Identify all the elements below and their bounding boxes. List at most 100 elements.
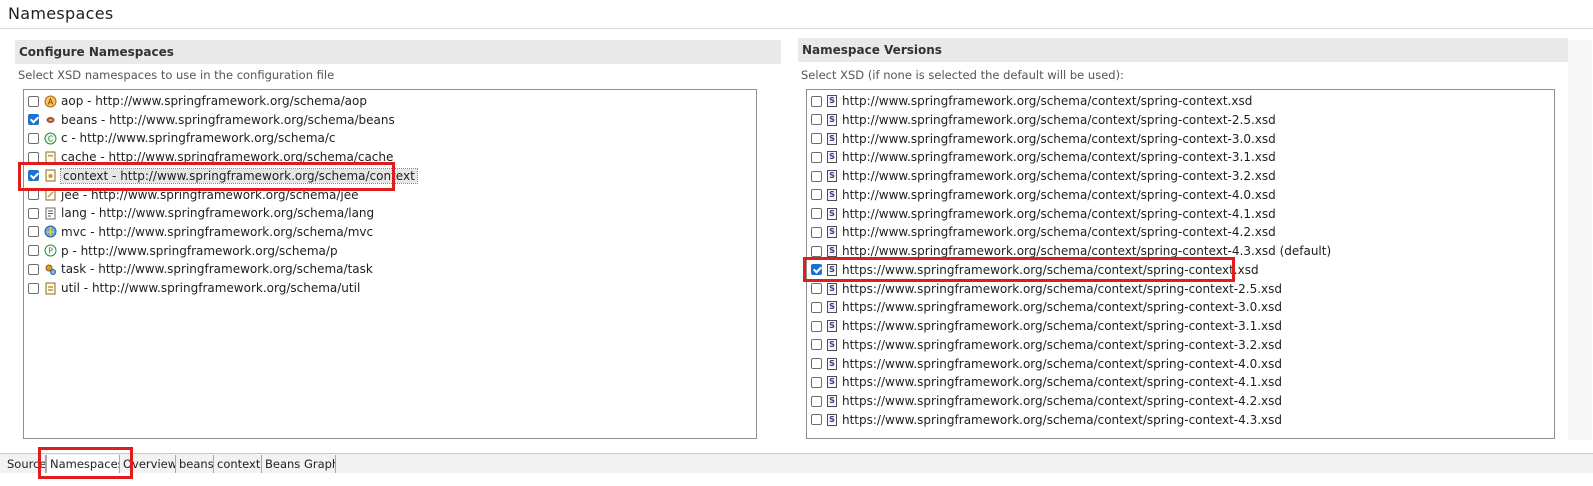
xsd-version-checkbox[interactable] (811, 189, 822, 201)
namespace-item[interactable]: Aaop - http://www.springframework.org/sc… (28, 92, 367, 110)
namespace-item[interactable]: Pp - http://www.springframework.org/sche… (28, 242, 338, 260)
xsd-version-checkbox[interactable] (811, 95, 822, 107)
namespace-checkbox[interactable] (28, 95, 39, 107)
tab-context[interactable]: context (214, 455, 262, 473)
namespace-item[interactable]: context - http://www.springframework.org… (28, 167, 418, 185)
namespace-version-list[interactable]: Shttp://www.springframework.org/schema/c… (806, 89, 1555, 439)
xsd-version-item[interactable]: Shttps://www.springframework.org/schema/… (811, 392, 1282, 410)
tab-beans-graph[interactable]: Beans Graph (262, 455, 336, 473)
xsd-version-label: http://www.springframework.org/schema/co… (842, 187, 1276, 202)
namespace-label: jee - http://www.springframework.org/sch… (61, 187, 359, 202)
namespace-item[interactable]: Cc - http://www.springframework.org/sche… (28, 129, 336, 147)
xsd-version-item[interactable]: Shttps://www.springframework.org/schema/… (811, 261, 1259, 279)
xsd-version-label: https://www.springframework.org/schema/c… (842, 356, 1283, 371)
aop-icon: A (44, 94, 57, 108)
namespace-checkbox[interactable] (28, 263, 39, 275)
xsd-version-item[interactable]: Shttps://www.springframework.org/schema/… (811, 373, 1282, 391)
xsd-version-checkbox[interactable] (811, 114, 822, 126)
namespace-list[interactable]: Aaop - http://www.springframework.org/sc… (23, 89, 757, 439)
namespace-item[interactable]: beans - http://www.springframework.org/s… (28, 111, 395, 129)
xsd-version-checkbox[interactable] (811, 245, 822, 257)
svg-text:A: A (48, 97, 54, 106)
namespace-item[interactable]: task - http://www.springframework.org/sc… (28, 260, 373, 278)
xsd-version-label: https://www.springframework.org/schema/c… (842, 412, 1283, 427)
xsd-version-checkbox[interactable] (811, 133, 822, 144)
namespace-checkbox[interactable] (28, 245, 39, 257)
namespace-checkbox[interactable] (28, 114, 39, 126)
xsd-version-item[interactable]: Shttp://www.springframework.org/schema/c… (811, 148, 1276, 166)
xsd-version-item[interactable]: Shttps://www.springframework.org/schema/… (811, 317, 1282, 335)
xsd-version-label: https://www.springframework.org/schema/c… (842, 262, 1259, 277)
xsd-version-item[interactable]: Shttps://www.springframework.org/schema/… (811, 336, 1282, 354)
mvc-icon (44, 225, 57, 239)
bottom-strip (0, 473, 1593, 486)
xsd-file-icon: S (827, 301, 837, 314)
xsd-version-checkbox[interactable] (811, 376, 822, 388)
xsd-version-checkbox[interactable] (811, 395, 822, 407)
cache-icon (44, 150, 57, 164)
side-panel-edge (1568, 40, 1592, 440)
xsd-version-checkbox[interactable] (811, 151, 822, 163)
xsd-version-item[interactable]: Shttps://www.springframework.org/schema/… (811, 355, 1282, 373)
xsd-version-item[interactable]: Shttp://www.springframework.org/schema/c… (811, 130, 1276, 148)
xsd-version-checkbox[interactable] (811, 170, 822, 182)
xsd-version-item[interactable]: Shttp://www.springframework.org/schema/c… (811, 223, 1276, 241)
namespace-label: util - http://www.springframework.org/sc… (61, 281, 361, 295)
namespace-checkbox[interactable] (28, 151, 39, 163)
jee-icon (44, 188, 57, 202)
namespace-label: beans - http://www.springframework.org/s… (61, 112, 395, 127)
xsd-version-item[interactable]: Shttps://www.springframework.org/schema/… (811, 280, 1282, 298)
xsd-version-label: http://www.springframework.org/schema/co… (842, 169, 1276, 183)
xsd-file-icon: S (827, 320, 837, 332)
namespace-checkbox[interactable] (28, 282, 39, 294)
xsd-version-checkbox[interactable] (811, 226, 822, 238)
namespace-checkbox[interactable] (28, 132, 39, 144)
namespace-versions-description: Select XSD (if none is selected the defa… (801, 68, 1124, 82)
xsd-file-icon: S (827, 170, 837, 182)
xsd-version-label: http://www.springframework.org/schema/co… (842, 150, 1276, 165)
tab-source[interactable]: Source (4, 455, 46, 473)
xsd-version-label: https://www.springframework.org/schema/c… (842, 319, 1283, 333)
tab-namespaces[interactable]: Namespaces (46, 455, 120, 473)
xsd-file-icon: S (827, 282, 837, 295)
xsd-file-icon: S (827, 188, 837, 201)
xsd-version-item[interactable]: Shttp://www.springframework.org/schema/c… (811, 92, 1252, 110)
svg-text:C: C (48, 134, 54, 143)
tab-overview[interactable]: Overview (120, 455, 176, 473)
page-header: Namespaces (0, 0, 1593, 29)
xsd-version-label: https://www.springframework.org/schema/c… (842, 300, 1283, 315)
xsd-version-checkbox[interactable] (811, 208, 822, 219)
namespace-item[interactable]: mvc - http://www.springframework.org/sch… (28, 223, 373, 241)
namespace-item[interactable]: lang - http://www.springframework.org/sc… (28, 204, 374, 222)
xsd-version-item[interactable]: Shttp://www.springframework.org/schema/c… (811, 205, 1276, 223)
xsd-version-checkbox[interactable] (811, 320, 822, 332)
xsd-version-item[interactable]: Shttp://www.springframework.org/schema/c… (811, 167, 1276, 185)
xsd-version-checkbox[interactable] (811, 414, 822, 426)
namespace-item[interactable]: cache - http://www.springframework.org/s… (28, 148, 393, 166)
xsd-version-checkbox[interactable] (811, 358, 822, 369)
tab-beans[interactable]: beans (176, 455, 214, 473)
xsd-version-label: https://www.springframework.org/schema/c… (842, 375, 1283, 390)
xsd-version-item[interactable]: Shttps://www.springframework.org/schema/… (811, 298, 1282, 316)
namespace-item[interactable]: jee - http://www.springframework.org/sch… (28, 186, 359, 204)
xsd-version-item[interactable]: Shttps://www.springframework.org/schema/… (811, 411, 1282, 429)
xsd-version-checkbox[interactable] (811, 339, 822, 351)
namespace-checkbox[interactable] (28, 226, 39, 238)
p-icon: P (44, 244, 57, 258)
xsd-version-checkbox[interactable] (811, 301, 822, 313)
xsd-file-icon: S (827, 395, 837, 407)
xsd-file-icon: S (827, 226, 837, 239)
util-icon (44, 281, 57, 295)
xsd-file-icon: S (827, 263, 837, 276)
xsd-version-label: http://www.springframework.org/schema/co… (842, 225, 1276, 240)
xsd-version-item[interactable]: Shttp://www.springframework.org/schema/c… (811, 111, 1276, 129)
namespace-checkbox[interactable] (28, 189, 39, 200)
namespace-item[interactable]: util - http://www.springframework.org/sc… (28, 279, 360, 297)
xsd-version-checkbox[interactable] (811, 283, 822, 294)
xsd-file-icon: S (827, 245, 837, 257)
namespace-checkbox[interactable] (28, 207, 39, 219)
xsd-version-item[interactable]: Shttp://www.springframework.org/schema/c… (811, 242, 1331, 260)
xsd-version-item[interactable]: Shttp://www.springframework.org/schema/c… (811, 186, 1276, 204)
xsd-version-checkbox[interactable] (811, 264, 822, 276)
namespace-checkbox[interactable] (28, 170, 39, 182)
